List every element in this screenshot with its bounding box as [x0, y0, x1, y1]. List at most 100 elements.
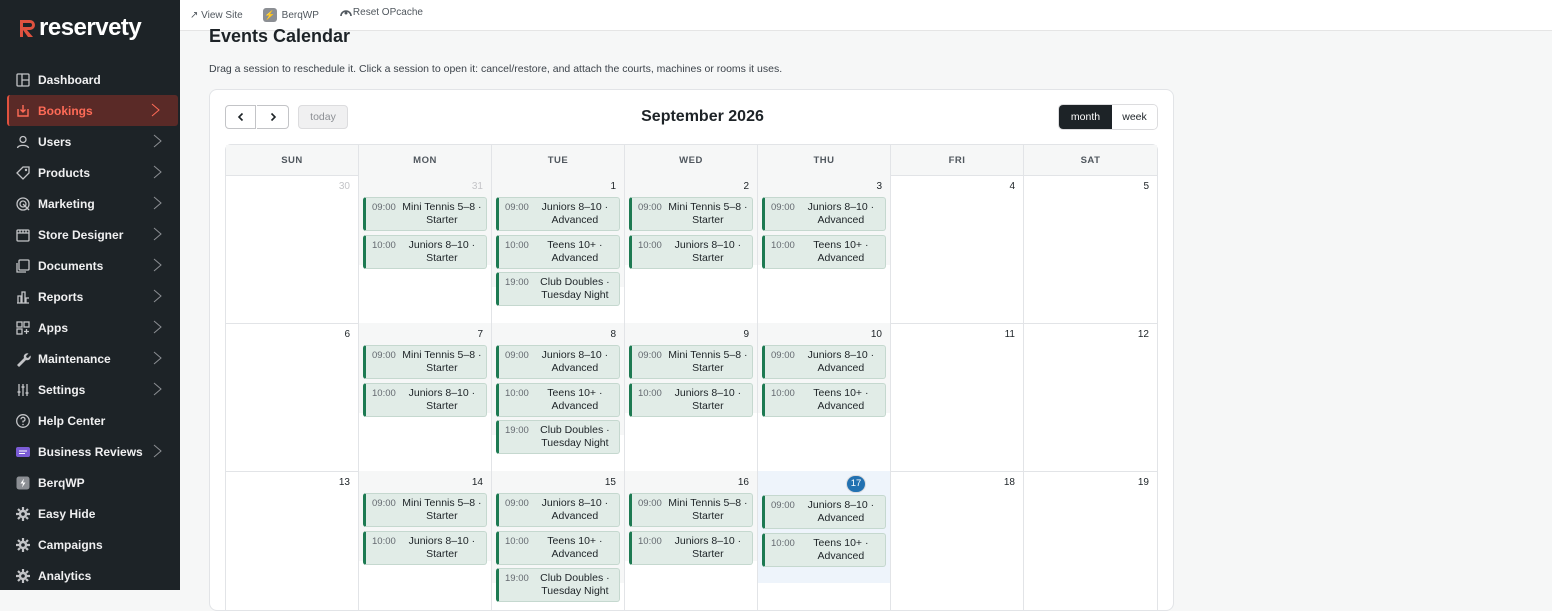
- marketing-icon: [15, 196, 31, 212]
- day-cell[interactable]: 6: [226, 323, 359, 471]
- sidebar-item-marketing[interactable]: Marketing: [0, 188, 180, 219]
- gear-icon: [15, 506, 31, 522]
- event-session[interactable]: 10:00 Juniors 8–10 · Starter: [363, 530, 487, 565]
- weekday-header-mon: MON: [359, 145, 492, 175]
- event-session[interactable]: 19:00 Club Doubles · Tuesday Night: [496, 568, 620, 602]
- sidebar-item-label: Reports: [38, 289, 84, 304]
- sidebar-item-reports[interactable]: Reports: [0, 281, 180, 312]
- event-session[interactable]: 09:00 Mini Tennis 5–8 · Starter: [363, 493, 487, 527]
- sidebar-item-campaigns[interactable]: Campaigns: [0, 529, 180, 560]
- sidebar-item-label: Easy Hide: [38, 506, 96, 521]
- sidebar-item-store-designer[interactable]: Store Designer: [0, 219, 180, 250]
- sidebar-item-users[interactable]: Users: [0, 126, 180, 157]
- event-session[interactable]: 10:00 Juniors 8–10 · Starter: [363, 234, 487, 269]
- event-session[interactable]: 10:00 Teens 10+ · Advanced: [496, 234, 620, 269]
- event-session[interactable]: 09:00 Mini Tennis 5–8 · Starter: [363, 345, 487, 379]
- event-title: Mini Tennis 5–8 · Starter: [668, 349, 748, 374]
- day-cell[interactable]: 1 09:00 Juniors 8–10 · Advanced 10:00 Teens …: [492, 175, 625, 323]
- sidebar-item-dashboard[interactable]: Dashboard: [0, 64, 180, 95]
- chevron-right-icon: [150, 258, 164, 272]
- sidebar-item-maintenance[interactable]: Maintenance: [0, 343, 180, 374]
- sidebar-item-apps[interactable]: Apps: [0, 312, 180, 343]
- day-cell[interactable]: 15 09:00 Juniors 8–10 · Advanced 10:00 Teens…: [492, 471, 625, 610]
- week-view-button[interactable]: week: [1112, 105, 1157, 129]
- events-calendar: today September 2026 month week SUN MON TU…: [209, 89, 1174, 611]
- month-view-button[interactable]: month: [1059, 105, 1112, 129]
- day-cell[interactable]: 30: [226, 175, 359, 323]
- reset-opcache-link[interactable]: Reset OPcache: [339, 7, 423, 18]
- chevron-right-icon: [148, 103, 162, 117]
- event-session[interactable]: 09:00 Juniors 8–10 · Advanced: [496, 345, 620, 379]
- day-cell[interactable]: 12: [1024, 323, 1157, 471]
- admin-sidebar: reservety Dashboard Bookings Users Products…: [0, 0, 180, 590]
- view-site-link[interactable]: ↗ View Site: [190, 10, 243, 21]
- day-number: 3: [876, 181, 882, 192]
- day-cell[interactable]: 18: [891, 471, 1024, 610]
- day-cell[interactable]: 16 09:00 Mini Tennis 5–8 · Starter 10:00 Jun…: [625, 471, 758, 610]
- event-session[interactable]: 19:00 Club Doubles · Tuesday Night: [496, 420, 620, 454]
- day-number: 8: [610, 329, 616, 340]
- event-session[interactable]: 09:00 Mini Tennis 5–8 · Starter: [363, 197, 487, 231]
- event-session[interactable]: 09:00 Juniors 8–10 · Advanced: [762, 197, 886, 231]
- sidebar-item-documents[interactable]: Documents: [0, 250, 180, 281]
- event-session[interactable]: 10:00 Teens 10+ · Advanced: [762, 382, 886, 417]
- sidebar-item-berqwp[interactable]: BerqWP: [0, 467, 180, 498]
- sidebar-item-business-reviews[interactable]: Business Reviews: [0, 436, 180, 467]
- reset-opcache-label: Reset OPcache: [352, 6, 423, 18]
- event-session[interactable]: 09:00 Mini Tennis 5–8 · Starter: [629, 345, 753, 379]
- day-cell[interactable]: 10 09:00 Juniors 8–10 · Advanced 10:00 Teens…: [758, 323, 891, 471]
- berqwp-link[interactable]: ⚡ BerqWP: [262, 8, 319, 22]
- event-title: Club Doubles · Tuesday Night: [540, 424, 610, 449]
- day-cell[interactable]: 8 09:00 Juniors 8–10 · Advanced 10:00 Teens …: [492, 323, 625, 471]
- event-session[interactable]: 10:00 Teens 10+ · Advanced: [496, 382, 620, 417]
- event-session[interactable]: 09:00 Mini Tennis 5–8 · Starter: [629, 493, 753, 527]
- reservety-logo[interactable]: reservety: [18, 14, 142, 42]
- day-number: 7: [477, 329, 483, 340]
- event-time: 09:00: [505, 202, 529, 213]
- day-cell[interactable]: 13: [226, 471, 359, 610]
- event-session[interactable]: 10:00 Juniors 8–10 · Starter: [629, 234, 753, 269]
- sidebar-item-label: Bookings: [38, 103, 93, 118]
- sidebar-item-analytics[interactable]: Analytics: [0, 560, 180, 591]
- berqwp-icon: [15, 475, 31, 491]
- day-number: 14: [471, 477, 483, 488]
- event-title: Teens 10+ · Advanced: [813, 536, 869, 562]
- day-cell[interactable]: 3 09:00 Juniors 8–10 · Advanced 10:00 Teens …: [758, 175, 891, 323]
- day-cell[interactable]: 19: [1024, 471, 1157, 610]
- day-cell[interactable]: 11: [891, 323, 1024, 471]
- event-session[interactable]: 09:00 Juniors 8–10 · Advanced: [496, 197, 620, 231]
- sidebar-item-settings[interactable]: Settings: [0, 374, 180, 405]
- sidebar-item-help-center[interactable]: Help Center: [0, 405, 180, 436]
- event-title: Juniors 8–10 · Starter: [674, 534, 742, 560]
- sidebar-item-bookings[interactable]: Bookings: [7, 95, 178, 126]
- sidebar-item-products[interactable]: Products: [0, 157, 180, 188]
- day-number: 18: [1003, 477, 1015, 488]
- event-session[interactable]: 10:00 Teens 10+ · Advanced: [496, 530, 620, 565]
- sidebar-item-label: Analytics: [38, 568, 92, 583]
- event-session[interactable]: 10:00 Juniors 8–10 · Starter: [629, 382, 753, 417]
- event-title: Mini Tennis 5–8 · Starter: [402, 349, 482, 374]
- day-cell[interactable]: 4: [891, 175, 1024, 323]
- event-session[interactable]: 09:00 Juniors 8–10 · Advanced: [762, 345, 886, 379]
- sidebar-item-label: Documents: [38, 258, 104, 273]
- day-cell[interactable]: 5: [1024, 175, 1157, 323]
- sidebar-item-easy-hide[interactable]: Easy Hide: [0, 498, 180, 529]
- day-cell[interactable]: 9 09:00 Mini Tennis 5–8 · Starter 10:00 Juni…: [625, 323, 758, 471]
- event-session[interactable]: 10:00 Teens 10+ · Advanced: [762, 234, 886, 269]
- sidebar-item-label: Apps: [38, 320, 68, 335]
- event-session[interactable]: 09:00 Mini Tennis 5–8 · Starter: [629, 197, 753, 231]
- event-title: Teens 10+ · Advanced: [547, 534, 603, 560]
- day-number: 11: [1004, 329, 1015, 340]
- day-cell[interactable]: 14 09:00 Mini Tennis 5–8 · Starter 10:00 Jun…: [359, 471, 492, 610]
- day-cell[interactable]: 7 09:00 Mini Tennis 5–8 · Starter 10:00 Juni…: [359, 323, 492, 471]
- event-session[interactable]: 10:00 Juniors 8–10 · Starter: [363, 382, 487, 417]
- event-session[interactable]: 10:00 Juniors 8–10 · Starter: [629, 530, 753, 565]
- day-cell[interactable]: 17 09:00 Juniors 8–10 · Advanced 10:00 Teens…: [758, 471, 891, 610]
- event-session[interactable]: 10:00 Teens 10+ · Advanced: [762, 532, 886, 567]
- day-cell[interactable]: 31 09:00 Mini Tennis 5–8 · Starter 10:00 Jun…: [359, 175, 492, 323]
- event-session[interactable]: 19:00 Club Doubles · Tuesday Night: [496, 272, 620, 306]
- event-time: 10:00: [771, 387, 795, 399]
- event-session[interactable]: 09:00 Juniors 8–10 · Advanced: [496, 493, 620, 527]
- day-cell[interactable]: 2 09:00 Mini Tennis 5–8 · Starter 10:00 Juni…: [625, 175, 758, 323]
- event-session[interactable]: 09:00 Juniors 8–10 · Advanced: [762, 495, 886, 529]
